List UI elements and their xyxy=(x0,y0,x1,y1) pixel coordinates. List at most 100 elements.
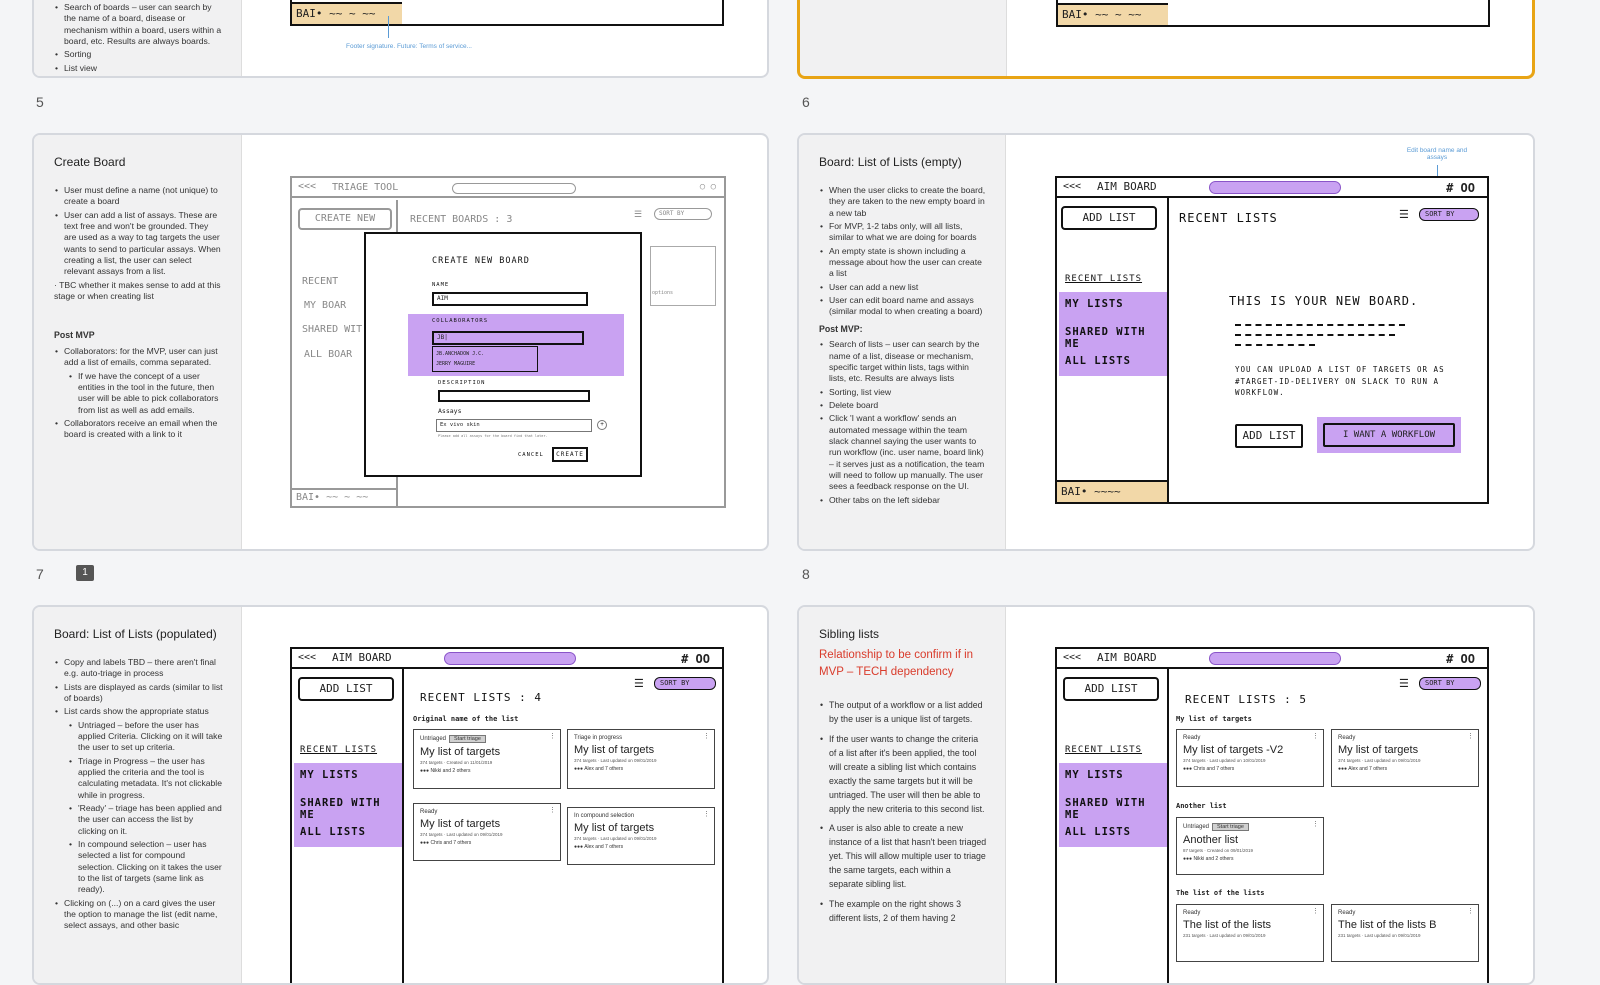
list-card[interactable]: Ready My list of targets -V2 374 targets… xyxy=(1176,729,1324,787)
sidebar-item[interactable]: MY BOAR xyxy=(304,300,346,311)
list-card[interactable]: Untriaged Start triage Another list 87 ta… xyxy=(1176,817,1324,875)
wireframe-topbar: <<< AIM BOARD # OO xyxy=(1057,178,1487,198)
list-card[interactable]: Untriaged Start triage My list of targets… xyxy=(413,729,561,789)
more-options-icon[interactable]: ⋮ xyxy=(1312,907,1319,915)
more-options-icon[interactable]: ⋮ xyxy=(1312,820,1319,828)
list-view-icon[interactable]: ☰ xyxy=(634,677,644,690)
sidebar-heading: RECENT LISTS xyxy=(300,745,378,755)
sidebar-item[interactable]: RECENT xyxy=(302,276,338,287)
add-list-button[interactable]: ADD LIST xyxy=(1063,677,1159,701)
create-board-modal: CREATE NEW BOARD NAME AIM COLLABORATORS … xyxy=(364,232,642,477)
name-field[interactable]: AIM xyxy=(432,292,588,306)
slide-card-8[interactable]: Sibling lists Relationship to be confirm… xyxy=(797,605,1535,985)
list-card[interactable]: Ready My list of targets 374 targets · L… xyxy=(413,803,561,861)
slide-title: Board: List of Lists (empty) xyxy=(819,155,962,169)
start-triage-button[interactable]: Start triage xyxy=(449,735,486,743)
description-label: DESCRIPTION xyxy=(438,380,486,386)
card-title: My list of targets xyxy=(574,822,655,834)
note-item: List cards show the appropriate status xyxy=(54,706,223,718)
sort-button[interactable]: SORT BY xyxy=(654,208,712,220)
more-options-icon[interactable]: ⋮ xyxy=(1312,732,1319,740)
more-options-icon[interactable]: ⋮ xyxy=(549,732,556,740)
search-bar[interactable] xyxy=(1209,181,1341,194)
list-card[interactable]: Ready My list of targets 374 targets · L… xyxy=(1331,729,1479,787)
comment-icon[interactable]: 1 xyxy=(76,565,94,581)
slide-number: 8 xyxy=(802,566,810,582)
more-options-icon[interactable]: ⋮ xyxy=(1467,732,1474,740)
sidebar-item-my-lists[interactable]: MY LISTS xyxy=(300,769,359,781)
board-settings-icon[interactable]: # OO xyxy=(681,650,710,668)
note-item: Search of boards – user can search by th… xyxy=(54,2,223,47)
add-list-button[interactable]: ADD LIST xyxy=(298,677,394,701)
sidebar-item-shared[interactable]: SHARED WITH ME xyxy=(300,797,402,821)
sidebar-item[interactable]: SHARED WIT xyxy=(302,324,362,335)
slide-card-7[interactable]: Board: List of Lists (populated) Copy an… xyxy=(32,605,769,985)
assays-field[interactable]: Ex vivo skin xyxy=(436,419,592,432)
workflow-button[interactable]: I WANT A WORKFLOW xyxy=(1323,423,1455,447)
collaborator-option[interactable]: JB.ANCHADOW J.C. xyxy=(436,349,534,359)
note-item: Collaborators receive an email when the … xyxy=(54,418,223,441)
create-button[interactable]: CREATE xyxy=(552,447,588,462)
sidebar-item-all-lists[interactable]: ALL LISTS xyxy=(1065,355,1131,367)
list-view-icon: ☰ xyxy=(634,210,643,220)
collaborator-option[interactable]: JERRY MAGUIRE xyxy=(436,359,534,369)
sidebar-item-shared[interactable]: SHARED WITH ME xyxy=(1065,326,1167,350)
more-options-icon[interactable]: ⋮ xyxy=(1467,907,1474,915)
slide-card-selected[interactable]: BAI• ~~ ~ ~~ xyxy=(797,0,1535,79)
collaborators-field[interactable]: JB| xyxy=(432,331,584,345)
add-assay-icon[interactable]: + xyxy=(597,420,607,430)
sort-button[interactable]: SORT BY xyxy=(654,677,716,690)
note-item: User can edit board name and assays (sim… xyxy=(819,295,987,318)
more-options-icon[interactable]: ⋮ xyxy=(703,810,710,818)
cancel-button[interactable]: CANCEL xyxy=(518,452,544,458)
more-options-icon[interactable]: ⋮ xyxy=(703,732,710,740)
board-settings-icon[interactable]: # OO xyxy=(1446,650,1475,668)
slide-title: Sibling lists xyxy=(819,627,880,641)
slide-card-4[interactable]: Search of boards – user can search by th… xyxy=(32,0,769,78)
list-card[interactable]: In compound selection My list of targets… xyxy=(567,807,715,865)
sidebar-item-all-lists[interactable]: ALL LISTS xyxy=(300,826,366,838)
board-settings-icon[interactable]: # OO xyxy=(1446,179,1475,197)
sidebar-heading: RECENT LISTS xyxy=(1065,274,1143,284)
annotation-arrow xyxy=(388,16,389,38)
add-list-cta[interactable]: ADD LIST xyxy=(1235,424,1303,448)
collaborators-label: COLLABORATORS xyxy=(432,318,489,324)
sidebar-item-shared[interactable]: SHARED WITH ME xyxy=(1065,797,1167,821)
card-status: Ready xyxy=(1338,735,1356,741)
card-meta: 87 targets · Created on 09/01/2019 xyxy=(1183,848,1254,853)
note-item: The output of a workflow or a list added… xyxy=(819,699,987,727)
search-bar[interactable] xyxy=(444,652,576,665)
card-meta: 374 targets · Created on 11/01/2019 xyxy=(420,760,493,765)
wireframe: <<< AIM BOARD # OO ADD LIST RECENT LISTS… xyxy=(1055,176,1489,504)
note-item: Delete board xyxy=(819,400,987,412)
brand-title: AIM BOARD xyxy=(1097,180,1157,193)
sidebar-item-my-lists[interactable]: MY LISTS xyxy=(1065,769,1124,781)
more-options-icon[interactable]: ⋮ xyxy=(549,806,556,814)
list-view-icon[interactable]: ☰ xyxy=(1399,208,1409,221)
sidebar-item[interactable]: ALL BOAR xyxy=(304,349,352,360)
sort-button[interactable]: SORT BY xyxy=(1419,208,1479,221)
brand-title: TRIAGE TOOL xyxy=(332,182,399,193)
description-field[interactable] xyxy=(438,390,590,402)
sort-button[interactable]: SORT BY xyxy=(1419,677,1481,690)
list-view-icon[interactable]: ☰ xyxy=(1399,677,1409,690)
create-new-button[interactable]: CREATE NEW xyxy=(298,208,392,230)
wireframe-sidebar: ADD LIST RECENT LISTS MY LISTS SHARED WI… xyxy=(1057,669,1169,983)
list-card[interactable]: Ready The list of the lists 231 targets … xyxy=(1176,904,1324,962)
slide-card-6[interactable]: Board: List of Lists (empty) When the us… xyxy=(797,133,1535,551)
slide-card-5[interactable]: Create Board User must define a name (no… xyxy=(32,133,769,551)
sidebar-item-all-lists[interactable]: ALL LISTS xyxy=(1065,826,1131,838)
card-collaborators: ●●● Chris and 7 others xyxy=(1183,766,1235,772)
note-item: If we have the concept of a user entitie… xyxy=(54,371,223,416)
slide-warning: Relationship to be confirm if in MVP – T… xyxy=(819,648,974,679)
empty-state-title: THIS IS YOUR NEW BOARD. xyxy=(1229,294,1419,308)
start-triage-button[interactable]: Start triage xyxy=(1212,823,1249,831)
slide-notes: Search of boards – user can search by th… xyxy=(34,0,242,76)
empty-state-scribble xyxy=(1235,334,1395,336)
card-status: Ready xyxy=(1183,735,1201,741)
list-card[interactable]: Ready The list of the lists B 231 target… xyxy=(1331,904,1479,962)
section-title: The list of the lists xyxy=(1176,889,1265,897)
search-bar[interactable] xyxy=(1209,652,1341,665)
add-list-button[interactable]: ADD LIST xyxy=(1061,206,1157,230)
sidebar-item-my-lists[interactable]: MY LISTS xyxy=(1065,298,1124,310)
